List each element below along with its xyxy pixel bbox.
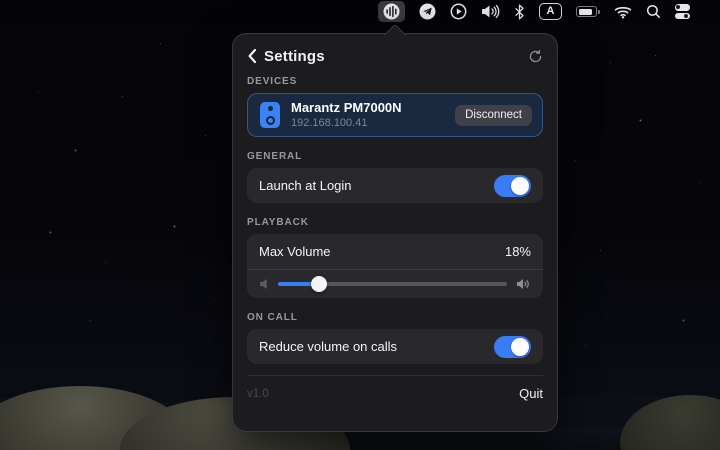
- launch-at-login-toggle[interactable]: [494, 174, 531, 197]
- speaker-icon: [260, 102, 280, 128]
- control-center-icon[interactable]: [674, 1, 690, 23]
- device-card: Marantz PM7000N 192.168.100.41 Disconnec…: [247, 93, 543, 137]
- volume-high-icon: [517, 279, 529, 289]
- general-card: Launch at Login: [247, 168, 543, 203]
- volume-slider-thumb[interactable]: [311, 276, 328, 292]
- search-icon[interactable]: [646, 1, 661, 23]
- quit-button[interactable]: Quit: [519, 386, 543, 401]
- reduce-volume-toggle[interactable]: [494, 335, 531, 358]
- menu-bar: A: [0, 0, 720, 24]
- popover-header: Settings: [247, 46, 543, 66]
- on-call-section-label: ON CALL: [247, 312, 298, 323]
- refresh-button[interactable]: [528, 49, 543, 64]
- volume-icon[interactable]: [481, 1, 500, 23]
- version-label: v1.0: [247, 387, 269, 400]
- chevron-left-icon: [248, 48, 257, 64]
- bluetooth-icon[interactable]: [514, 1, 525, 23]
- input-source-icon[interactable]: A: [539, 1, 562, 23]
- max-volume-row: Max Volume 18%: [247, 234, 543, 269]
- volume-low-icon: [260, 279, 267, 289]
- max-volume-value: 18%: [504, 244, 531, 259]
- play-icon[interactable]: [450, 1, 467, 23]
- disconnect-button[interactable]: Disconnect: [455, 104, 532, 126]
- wifi-icon[interactable]: [614, 1, 632, 23]
- telegram-icon[interactable]: [419, 1, 436, 23]
- popover-footer: v1.0 Quit: [247, 386, 543, 401]
- playback-section-label: PLAYBACK: [247, 217, 309, 228]
- devices-section-label: DEVICES: [247, 76, 298, 87]
- on-call-card: Reduce volume on calls: [247, 329, 543, 364]
- volume-slider-row: [247, 270, 543, 298]
- general-section-label: GENERAL: [247, 151, 303, 162]
- device-info: Marantz PM7000N 192.168.100.41: [291, 100, 402, 131]
- settings-popover: Settings DEVICES Marantz PM7000N 192.168…: [232, 33, 558, 432]
- playback-card: Max Volume 18%: [247, 234, 543, 298]
- max-volume-label: Max Volume: [259, 244, 331, 259]
- launch-at-login-label: Launch at Login: [259, 178, 352, 193]
- reduce-volume-label: Reduce volume on calls: [259, 339, 398, 354]
- app-waveform-icon[interactable]: [378, 1, 405, 22]
- reduce-volume-row: Reduce volume on calls: [247, 329, 543, 364]
- page-title: Settings: [264, 47, 325, 65]
- back-button[interactable]: [247, 48, 257, 64]
- device-ip: 192.168.100.41: [291, 116, 368, 129]
- refresh-icon: [529, 49, 542, 62]
- battery-icon[interactable]: [576, 1, 600, 23]
- device-name: Marantz PM7000N: [291, 99, 402, 115]
- launch-at-login-row: Launch at Login: [247, 168, 543, 203]
- input-source-label: A: [546, 5, 555, 17]
- volume-slider[interactable]: [278, 276, 507, 292]
- divider: [247, 375, 543, 376]
